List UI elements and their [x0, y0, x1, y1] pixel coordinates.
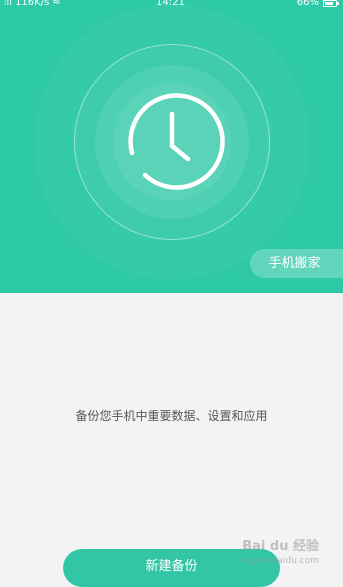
baidu-watermark-url: jingyan.baidu.com	[235, 556, 319, 566]
battery-icon	[323, 0, 339, 7]
baidu-watermark: Bai du 经验	[242, 539, 319, 554]
hero-panel: ⫶ll 116K/s ≈ 14:21 66% 手机搬家	[0, 0, 343, 293]
network-speed: 116K/s	[15, 0, 50, 8]
new-backup-button[interactable]: 新建备份	[63, 549, 280, 587]
clock-history-icon[interactable]	[118, 92, 226, 192]
phone-transfer-button[interactable]: 手机搬家	[250, 249, 343, 278]
status-left: ⫶ll 116K/s ≈	[4, 0, 61, 8]
status-right: 66%	[296, 0, 339, 8]
signal-icon: ⫶ll	[4, 0, 13, 8]
wifi-icon: ≈	[52, 0, 61, 8]
battery-percent: 66%	[296, 0, 319, 8]
backup-description: 备份您手机中重要数据、设置和应用	[75, 409, 268, 423]
